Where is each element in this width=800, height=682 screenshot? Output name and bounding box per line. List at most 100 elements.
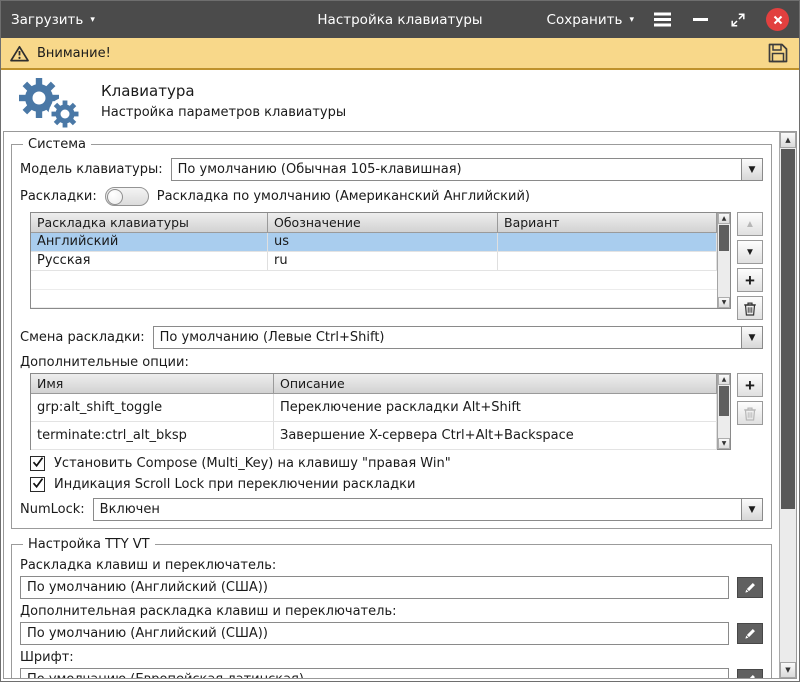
table-row-russian[interactable]: Русская ru — [31, 252, 717, 271]
layouts-toggle-caption: Раскладка по умолчанию (Американский Анг… — [157, 189, 530, 204]
cell-option-name: grp:alt_shift_toggle — [31, 394, 274, 421]
option-row-terminate[interactable]: terminate:ctrl_alt_bksp Завершение X-сер… — [31, 422, 717, 450]
edit-tty-font-button[interactable] — [737, 669, 763, 678]
load-menu-button[interactable]: Загрузить ▾ — [11, 12, 95, 28]
numlock-select[interactable]: Включен ▼ — [93, 498, 763, 521]
warning-icon — [10, 45, 29, 62]
titlebar-controls: Сохранить ▾ — [547, 8, 789, 31]
cell-option-name: terminate:ctrl_alt_bksp — [31, 422, 274, 449]
close-icon — [773, 15, 783, 25]
move-down-button[interactable]: ▼ — [737, 240, 763, 264]
tty-layout-label: Раскладка клавиш и переключатель: — [20, 558, 763, 573]
cell-option-description: Завершение X-сервера Ctrl+Alt+Backspace — [274, 422, 717, 449]
scroll-down-icon[interactable]: ▼ — [718, 438, 730, 449]
scroll-down-icon[interactable]: ▼ — [780, 662, 796, 678]
keyboard-model-select[interactable]: По умолчанию (Обычная 105-клавишная) ▼ — [171, 158, 763, 181]
trash-icon — [743, 301, 757, 316]
content-area: Система Модель клавиатуры: По умолчанию … — [3, 131, 797, 679]
default-layout-toggle[interactable] — [105, 187, 149, 206]
delete-option-button[interactable] — [737, 401, 763, 425]
tty-extra-layout-field[interactable]: По умолчанию (Английский (США)) — [20, 622, 729, 645]
numlock-row: NumLock: Включен ▼ — [20, 498, 763, 521]
maximize-button[interactable] — [728, 10, 748, 30]
options-table: Имя Описание grp:alt_shift_toggle Перекл… — [30, 373, 731, 450]
down-arrow-icon: ▼ — [745, 247, 755, 258]
column-header-layout[interactable]: Раскладка клавиатуры — [31, 213, 268, 232]
titlebar: Настройка клавиатуры Загрузить ▾ Сохрани… — [1, 1, 799, 38]
toggle-knob-icon — [107, 189, 123, 205]
system-legend: Система — [23, 137, 91, 152]
scroll-down-icon[interactable]: ▼ — [718, 297, 730, 308]
floppy-disk-icon — [766, 41, 790, 65]
scroll-lock-checkbox[interactable] — [30, 477, 45, 492]
settings-pane: Система Модель клавиатуры: По умолчанию … — [4, 132, 779, 678]
options-table-scrollbar[interactable]: ▲ ▼ — [717, 374, 730, 449]
save-button[interactable] — [766, 41, 790, 65]
layouts-table-header: Раскладка клавиатуры Обозначение Вариант — [31, 213, 717, 233]
layouts-label: Раскладки: — [20, 189, 97, 204]
edit-tty-layout-button[interactable] — [737, 577, 763, 598]
edit-tty-extra-layout-button[interactable] — [737, 623, 763, 644]
move-up-button[interactable]: ▲ — [737, 212, 763, 236]
minimize-icon — [693, 18, 708, 20]
layouts-table-scrollbar[interactable]: ▲ ▼ — [717, 213, 730, 308]
layout-switch-label: Смена раскладки: — [20, 330, 145, 345]
up-arrow-icon: ▲ — [745, 219, 755, 230]
scrollbar-thumb[interactable] — [719, 225, 729, 251]
expand-icon — [730, 12, 746, 28]
layout-switch-select[interactable]: По умолчанию (Левые Ctrl+Shift) ▼ — [153, 326, 763, 349]
delete-layout-button[interactable] — [737, 296, 763, 320]
trash-icon — [743, 406, 757, 421]
module-header: Клавиатура Настройка параметров клавиату… — [1, 70, 799, 131]
column-header-description[interactable]: Описание — [274, 374, 717, 393]
options-table-section: Имя Описание grp:alt_shift_toggle Перекл… — [30, 373, 763, 450]
table-row-empty — [31, 271, 717, 290]
options-table-buttons: + — [737, 373, 763, 425]
keyboard-model-value: По умолчанию (Обычная 105-клавишная) — [172, 162, 741, 177]
tty-font-field[interactable]: По умолчанию (Европейская латинская) — [20, 668, 729, 678]
table-row-english[interactable]: Английский us — [31, 233, 717, 252]
tty-fieldset: Настройка TTY VT Раскладка клавиш и пере… — [11, 537, 772, 678]
layouts-row: Раскладки: Раскладка по умолчанию (Амери… — [20, 187, 763, 206]
scrollbar-thumb[interactable] — [781, 149, 795, 509]
compose-checkbox-label: Установить Compose (Multi_Key) на клавиш… — [54, 456, 451, 471]
cell-variant — [498, 252, 717, 270]
compose-checkbox[interactable] — [30, 456, 45, 471]
option-row-alt-shift[interactable]: grp:alt_shift_toggle Переключение раскла… — [31, 394, 717, 422]
cell-code: ru — [268, 252, 498, 270]
layout-switch-row: Смена раскладки: По умолчанию (Левые Ctr… — [20, 326, 763, 349]
cell-code: us — [268, 233, 498, 251]
pencil-icon — [744, 627, 757, 640]
module-header-text: Клавиатура Настройка параметров клавиату… — [101, 82, 346, 120]
scrollbar-thumb[interactable] — [719, 386, 729, 416]
save-menu-button[interactable]: Сохранить ▾ — [547, 12, 634, 28]
options-table-header: Имя Описание — [31, 374, 717, 394]
chevron-down-icon: ▾ — [629, 14, 634, 25]
page-subtitle: Настройка параметров клавиатуры — [101, 105, 346, 120]
keyboard-model-label: Модель клавиатуры: — [20, 162, 163, 177]
tty-layout-field[interactable]: По умолчанию (Английский (США)) — [20, 576, 729, 599]
numlock-value: Включен — [94, 502, 741, 517]
dropdown-arrow-icon: ▼ — [741, 499, 762, 520]
plus-icon: + — [745, 272, 755, 289]
scroll-up-icon[interactable]: ▲ — [718, 374, 730, 385]
scroll-up-icon[interactable]: ▲ — [718, 213, 730, 224]
column-header-variant[interactable]: Вариант — [498, 213, 717, 232]
column-header-code[interactable]: Обозначение — [268, 213, 498, 232]
check-icon — [32, 456, 44, 468]
hamburger-menu-button[interactable] — [652, 10, 672, 30]
add-layout-button[interactable]: + — [737, 268, 763, 292]
close-button[interactable] — [766, 8, 789, 31]
pencil-icon — [744, 581, 757, 594]
hamburger-icon — [654, 18, 671, 20]
chevron-down-icon: ▾ — [90, 14, 95, 25]
layouts-table-buttons: ▲ ▼ + — [737, 212, 763, 320]
minimize-button[interactable] — [690, 10, 710, 30]
gears-icon — [13, 74, 81, 128]
page-title: Клавиатура — [101, 82, 346, 100]
tty-extra-layout-row: По умолчанию (Английский (США)) — [20, 622, 763, 645]
scroll-up-icon[interactable]: ▲ — [780, 132, 796, 148]
add-option-button[interactable]: + — [737, 373, 763, 397]
main-scrollbar[interactable]: ▲ ▼ — [779, 132, 796, 678]
column-header-name[interactable]: Имя — [31, 374, 274, 393]
